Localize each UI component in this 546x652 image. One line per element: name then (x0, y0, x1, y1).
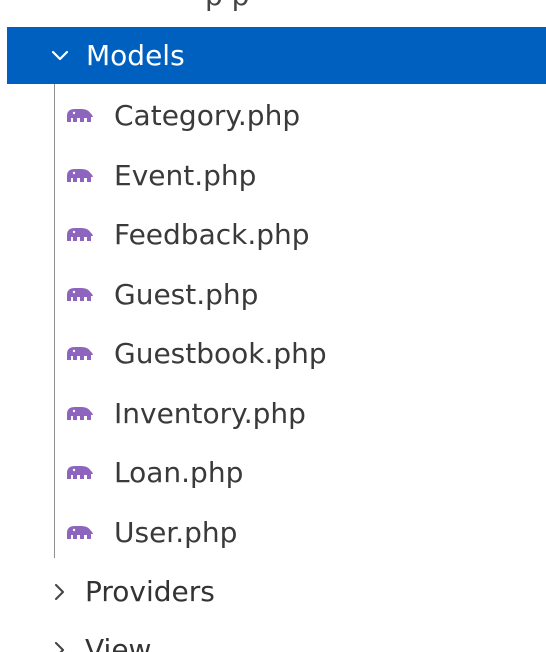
file-row-event[interactable]: Event.php (0, 146, 546, 206)
file-name-event: Event.php (114, 159, 257, 192)
file-row-guest[interactable]: Guest.php (0, 265, 546, 325)
folder-models-label: Models (86, 38, 185, 72)
partial-top-label: p p (205, 0, 249, 12)
partial-bottom-row-container: View (0, 620, 546, 652)
php-elephant-icon (62, 164, 96, 188)
php-elephant-icon (62, 521, 96, 545)
file-row-loan[interactable]: Loan.php (0, 443, 546, 503)
folder-models[interactable]: Models (7, 27, 546, 84)
file-row-inventory[interactable]: Inventory.php (0, 384, 546, 444)
file-explorer-tree: p p Models Category.php Even (0, 0, 546, 652)
file-row-category[interactable]: Category.php (0, 86, 546, 146)
php-elephant-icon (62, 342, 96, 366)
folder-providers-label: Providers (85, 575, 215, 608)
file-row-feedback[interactable]: Feedback.php (0, 205, 546, 265)
file-name-user: User.php (114, 516, 238, 549)
php-elephant-icon (62, 104, 96, 128)
folder-view[interactable]: View (0, 620, 546, 652)
chevron-right-icon[interactable] (48, 638, 72, 652)
php-elephant-icon (62, 461, 96, 485)
php-elephant-icon (62, 223, 96, 247)
partial-top-row[interactable]: p p (0, 0, 546, 26)
file-name-guest: Guest.php (114, 278, 259, 311)
php-elephant-icon (62, 283, 96, 307)
file-name-guestbook: Guestbook.php (114, 337, 327, 370)
folder-view-label: View (85, 633, 152, 652)
chevron-down-icon[interactable] (48, 44, 72, 68)
file-name-loan: Loan.php (114, 456, 244, 489)
file-name-category: Category.php (114, 99, 301, 132)
file-row-guestbook[interactable]: Guestbook.php (0, 324, 546, 384)
folder-providers[interactable]: Providers (0, 562, 546, 622)
file-name-inventory: Inventory.php (114, 397, 306, 430)
chevron-right-icon[interactable] (48, 580, 72, 604)
file-name-feedback: Feedback.php (114, 218, 310, 251)
file-row-user[interactable]: User.php (0, 503, 546, 563)
php-elephant-icon (62, 402, 96, 426)
